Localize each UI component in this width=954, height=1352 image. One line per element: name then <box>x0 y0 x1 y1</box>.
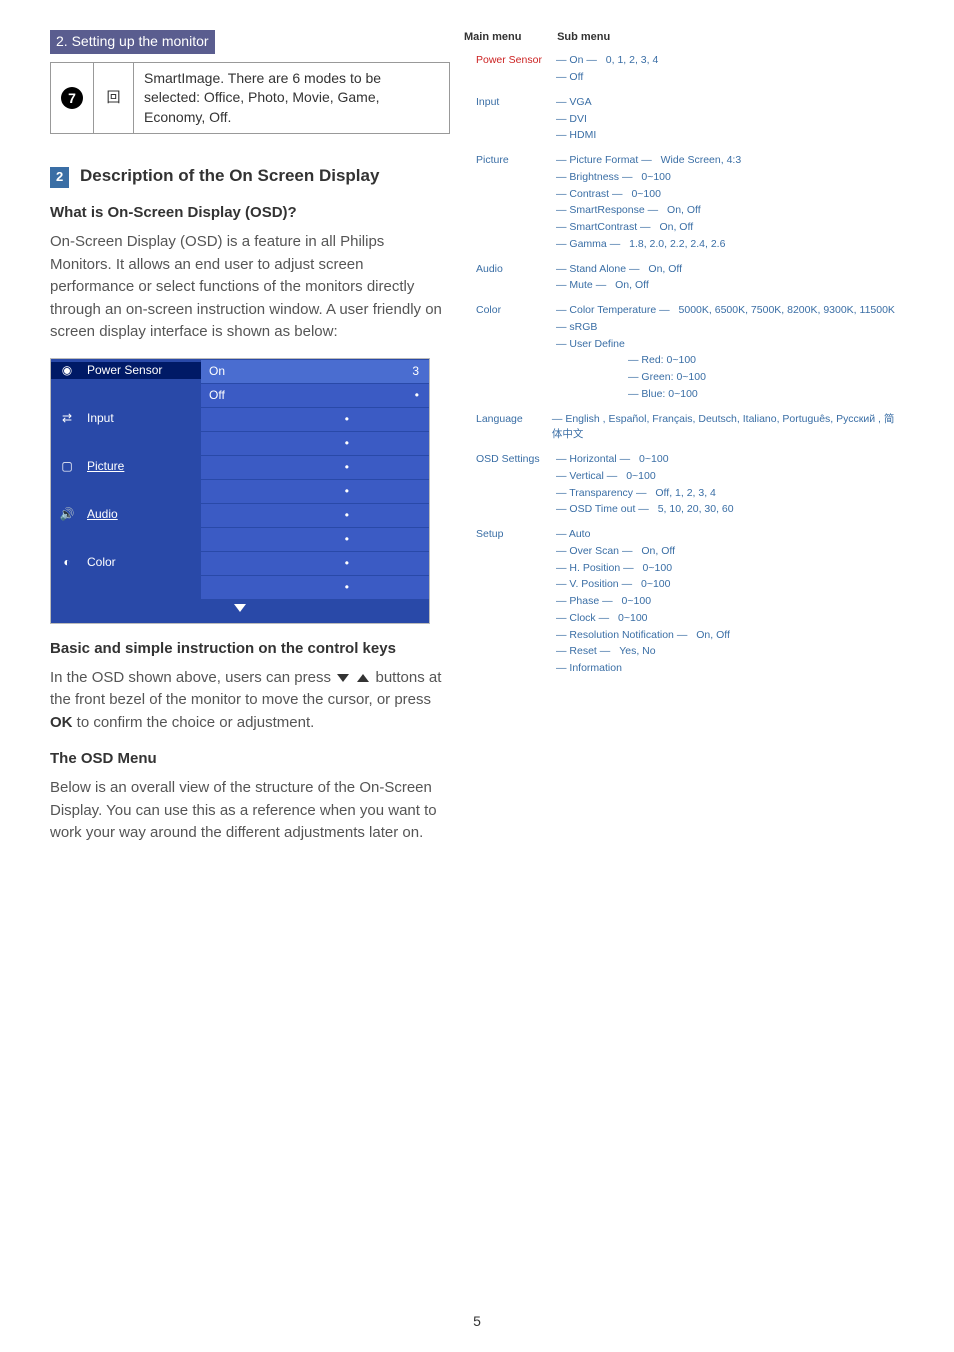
step-number-7: 7 <box>61 87 83 109</box>
tree-main-osd-settings: OSD Settings <box>464 452 548 468</box>
tree-sub: — OSD Time out — 5, 10, 20, 30, 60 <box>548 502 734 518</box>
tree-sub: — Over Scan — On, Off <box>548 544 730 560</box>
tree-main-input: Input <box>464 95 548 111</box>
tree-main-setup: Setup <box>464 527 548 543</box>
tree-sub: — V. Position — 0~100 <box>548 577 730 593</box>
tree-main-power-sensor: Power Sensor <box>464 53 548 69</box>
ok-label: OK <box>50 714 73 731</box>
osd-item-input: Input <box>83 410 201 427</box>
osd-intro-paragraph: On-Screen Display (OSD) is a feature in … <box>50 231 450 344</box>
color-icon: ◐ <box>51 554 83 571</box>
tree-sub: — VGA <box>548 95 596 111</box>
tree-sub: — Stand Alone — On, Off <box>548 262 682 278</box>
tree-sub: — Gamma — 1.8, 2.0, 2.2, 2.4, 2.6 <box>548 237 741 253</box>
osd-screenshot: ◉ Power Sensor On3 Off• ⇄ Input • • ▢ Pi… <box>50 358 430 624</box>
tree-sub: — SmartContrast — On, Off <box>548 220 741 236</box>
tree-sub: — HDMI <box>548 128 596 144</box>
tree-sub: — Brightness — 0~100 <box>548 170 741 186</box>
tree-sub: — Resolution Notification — On, Off <box>548 628 730 644</box>
tree-sub: — English , Español, Français, Deutsch, … <box>544 412 904 444</box>
sub-menu-header: Sub menu <box>557 31 610 43</box>
tree-sub: — Clock — 0~100 <box>548 611 730 627</box>
osd-item-picture: Picture <box>83 458 201 475</box>
tree-main-picture: Picture <box>464 153 548 169</box>
tree-main-language: Language <box>464 412 544 428</box>
tree-sub: — Reset — Yes, No <box>548 644 730 660</box>
smartimage-description: SmartImage. There are 6 modes to be sele… <box>134 62 450 134</box>
down-arrow-icon <box>234 604 246 612</box>
tree-sub: — Horizontal — 0~100 <box>548 452 734 468</box>
tree-sub: — Information <box>548 661 730 677</box>
osd-menu-title: The OSD Menu <box>50 748 450 769</box>
osd-menu-paragraph: Below is an overall view of the structur… <box>50 777 450 845</box>
osd-sub-on: On3 <box>201 359 429 383</box>
tree-sub: — Phase — 0~100 <box>548 594 730 610</box>
tree-sub: — sRGB <box>548 320 895 336</box>
picture-icon: ▢ <box>51 458 83 475</box>
tree-sub: — User Define <box>548 337 895 353</box>
tree-sub: — Red: 0~100 <box>548 353 895 369</box>
tree-sub: — DVI <box>548 112 596 128</box>
tree-sub: — Green: 0~100 <box>548 370 895 386</box>
osd-menu-tree: Main menu Sub menu Power Sensor— On — 0,… <box>464 30 904 686</box>
osd-sub-off: Off• <box>201 383 429 407</box>
audio-icon: 🔊 <box>51 506 83 523</box>
osd-item-power-sensor: Power Sensor <box>83 362 201 379</box>
sensor-icon: ◉ <box>51 362 83 379</box>
input-icon: ⇄ <box>51 410 83 427</box>
osd-item-color: Color <box>83 554 201 571</box>
page-number: 5 <box>0 1312 954 1332</box>
basic-instruction-paragraph: In the OSD shown above, users can press … <box>50 667 450 735</box>
smartimage-table: 7 回 SmartImage. There are 6 modes to be … <box>50 62 450 135</box>
tree-sub: — Blue: 0~100 <box>548 387 895 403</box>
subsection-2-title: 2 Description of the On Screen Display <box>50 164 450 188</box>
tree-sub: — On — 0, 1, 2, 3, 4 <box>548 53 658 69</box>
basic-instruction-title: Basic and simple instruction on the cont… <box>50 638 450 659</box>
tree-sub: — Contrast — 0~100 <box>548 187 741 203</box>
tree-sub: — Off <box>548 70 658 86</box>
tree-sub: — Vertical — 0~100 <box>548 469 734 485</box>
main-menu-header: Main menu <box>464 30 554 45</box>
subsection-number: 2 <box>50 167 69 187</box>
osd-item-audio: Audio <box>83 506 201 523</box>
tree-main-audio: Audio <box>464 262 548 278</box>
tree-sub: — Color Temperature — 5000K, 6500K, 7500… <box>548 303 895 319</box>
osd-question: What is On-Screen Display (OSD)? <box>50 202 450 223</box>
tree-sub: — Transparency — Off, 1, 2, 3, 4 <box>548 486 734 502</box>
tree-main-color: Color <box>464 303 548 319</box>
tree-sub: — SmartResponse — On, Off <box>548 203 741 219</box>
down-arrow-icon <box>337 674 349 682</box>
tree-sub: — H. Position — 0~100 <box>548 561 730 577</box>
tree-sub: — Mute — On, Off <box>548 278 682 294</box>
up-arrow-icon <box>357 674 369 682</box>
tree-sub: — Auto <box>548 527 730 543</box>
section-header: 2. Setting up the monitor <box>50 30 215 54</box>
smartimage-icon: 回 <box>107 89 121 105</box>
tree-sub: — Picture Format — Wide Screen, 4:3 <box>548 153 741 169</box>
